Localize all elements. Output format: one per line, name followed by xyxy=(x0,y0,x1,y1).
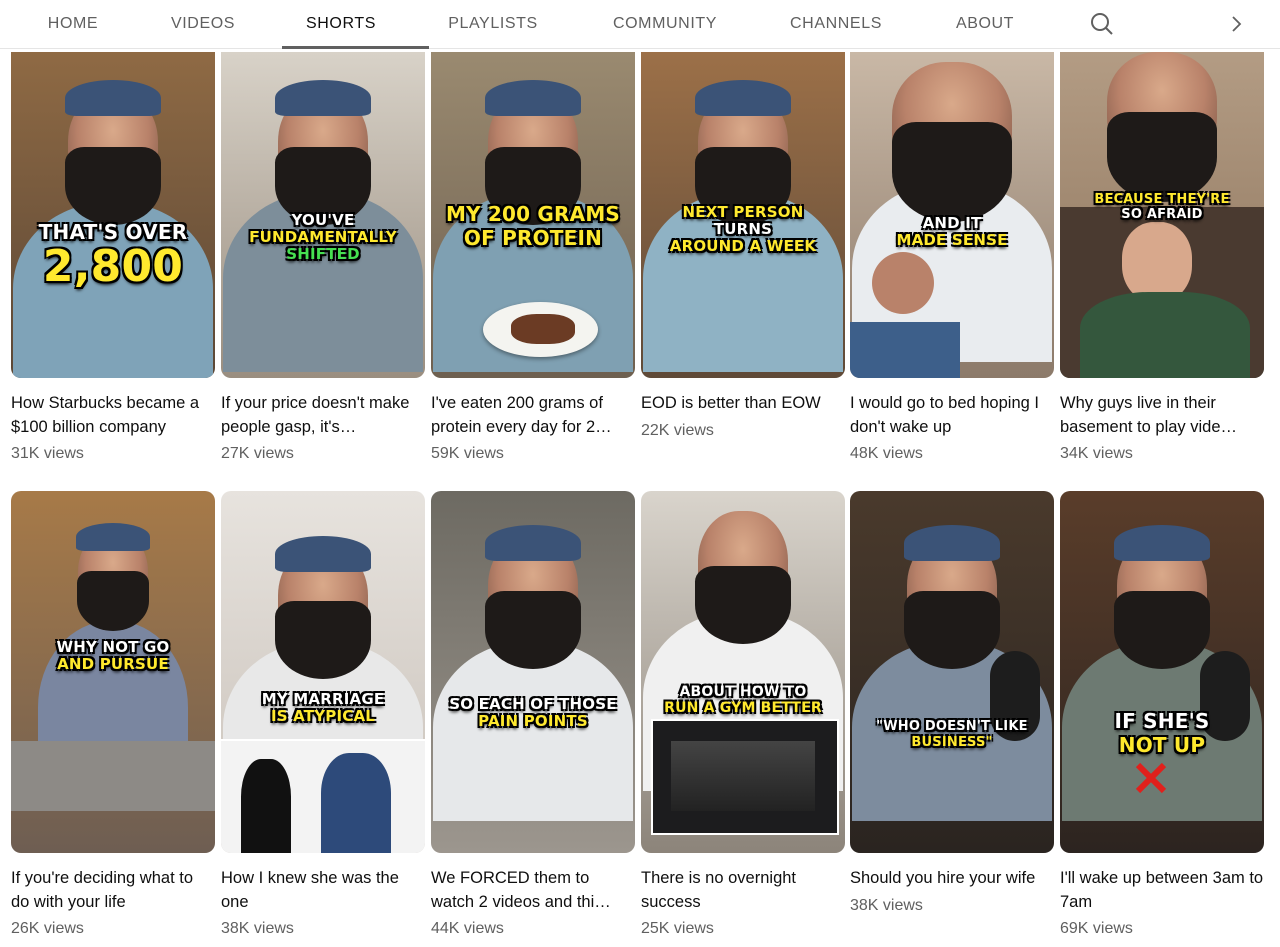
view-count: 34K views xyxy=(1060,445,1133,462)
view-count: 22K views xyxy=(641,421,714,439)
short-title[interactable]: How Starbucks became a $100 billion comp… xyxy=(11,392,215,439)
short-card[interactable]: THAT'S OVER 2,800 How Starbucks became a… xyxy=(11,52,215,465)
short-title[interactable]: If your price doesn't make people gasp, … xyxy=(221,392,425,439)
short-title[interactable]: Why guys live in their basement to play … xyxy=(1060,392,1264,439)
thumbnail-caption: IF SHE'S NOT UP xyxy=(1114,709,1210,757)
view-count: 38K views xyxy=(221,920,294,937)
short-thumbnail[interactable]: THAT'S OVER 2,800 xyxy=(11,52,215,378)
short-thumbnail[interactable]: BECAUSE THEY'RE SO AFRAID xyxy=(1060,52,1264,378)
short-card[interactable]: IF SHE'S NOT UP I'll wake up between 3am… xyxy=(1060,491,1264,940)
view-count: 27K views xyxy=(221,445,294,462)
thumbnail-caption: YOU'VE FUNDAMENTALLY SHIFTED xyxy=(249,211,397,263)
short-title[interactable]: We FORCED them to watch 2 videos and thi… xyxy=(431,867,635,914)
tab-home[interactable]: HOME xyxy=(40,0,106,48)
short-thumbnail[interactable]: MY 200 GRAMS OF PROTEIN xyxy=(431,52,635,378)
tab-shorts[interactable]: SHORTS xyxy=(300,0,382,48)
view-count: 48K views xyxy=(850,445,923,462)
short-thumbnail[interactable]: MY MARRIAGE IS ATYPICAL xyxy=(221,491,425,853)
tab-channels[interactable]: CHANNELS xyxy=(785,0,887,48)
view-count: 69K views xyxy=(1060,920,1133,937)
view-count: 31K views xyxy=(11,445,84,462)
thumbnail-caption: MY MARRIAGE IS ATYPICAL xyxy=(261,690,385,725)
thumbnail-caption: AND IT MADE SENSE xyxy=(896,214,1008,249)
thumbnail-caption: NEXT PERSON TURNS AROUND A WEEK xyxy=(669,203,817,255)
thumbnail-caption: MY 200 GRAMS OF PROTEIN xyxy=(445,202,621,250)
short-title[interactable]: I've eaten 200 grams of protein every da… xyxy=(431,392,635,439)
search-icon[interactable] xyxy=(1088,10,1116,38)
thumbnail-caption: BECAUSE THEY'RE SO AFRAID xyxy=(1094,192,1230,222)
view-count: 59K views xyxy=(431,445,504,462)
view-count: 25K views xyxy=(641,920,714,937)
short-card[interactable]: MY MARRIAGE IS ATYPICAL How I knew she w… xyxy=(221,491,425,940)
short-thumbnail[interactable]: NEXT PERSON TURNS AROUND A WEEK xyxy=(641,52,845,378)
short-card[interactable]: MY 200 GRAMS OF PROTEIN I've eaten 200 g… xyxy=(431,52,635,465)
thumbnail-caption: "WHO DOESN'T LIKE BUSINESS" xyxy=(876,719,1028,750)
channel-tab-bar: HOME VIDEOS SHORTS PLAYLISTS COMMUNITY C… xyxy=(0,0,1280,49)
short-thumbnail[interactable]: WHY NOT GO AND PURSUE xyxy=(11,491,215,853)
short-title[interactable]: If you're deciding what to do with your … xyxy=(11,867,215,914)
tab-playlists[interactable]: PLAYLISTS xyxy=(443,0,543,48)
short-card[interactable]: AND IT MADE SENSE I would go to bed hopi… xyxy=(850,52,1054,465)
short-title[interactable]: There is no overnight success xyxy=(641,867,845,914)
short-thumbnail[interactable]: YOU'VE FUNDAMENTALLY SHIFTED xyxy=(221,52,425,378)
short-card[interactable]: ABOUT HOW TO RUN A GYM BETTER There is n… xyxy=(641,491,845,940)
short-thumbnail[interactable]: IF SHE'S NOT UP xyxy=(1060,491,1264,853)
tab-videos[interactable]: VIDEOS xyxy=(165,0,241,48)
short-thumbnail[interactable]: AND IT MADE SENSE xyxy=(850,52,1054,378)
short-title[interactable]: EOD is better than EOW xyxy=(641,392,845,416)
chevron-right-icon[interactable] xyxy=(1224,12,1248,36)
view-count: 44K views xyxy=(431,920,504,937)
thumbnail-caption: SO EACH OF THOSE PAIN POINTS xyxy=(449,695,617,730)
active-tab-indicator xyxy=(282,46,429,49)
short-title[interactable]: Should you hire your wife xyxy=(850,867,1054,891)
tab-community[interactable]: COMMUNITY xyxy=(607,0,723,48)
short-card[interactable]: NEXT PERSON TURNS AROUND A WEEK EOD is b… xyxy=(641,52,845,442)
tab-about[interactable]: ABOUT xyxy=(950,0,1020,48)
short-title[interactable]: How I knew she was the one xyxy=(221,867,425,914)
thumbnail-caption: WHY NOT GO AND PURSUE xyxy=(56,638,170,673)
short-card[interactable]: WHY NOT GO AND PURSUE If you're deciding… xyxy=(11,491,215,940)
short-card[interactable]: BECAUSE THEY'RE SO AFRAID Why guys live … xyxy=(1060,52,1264,465)
short-card[interactable]: SO EACH OF THOSE PAIN POINTS We FORCED t… xyxy=(431,491,635,940)
view-count: 26K views xyxy=(11,920,84,937)
view-count: 38K views xyxy=(850,896,923,914)
thumbnail-caption: THAT'S OVER 2,800 xyxy=(38,220,188,292)
short-title[interactable]: I'll wake up between 3am to 7am xyxy=(1060,867,1264,914)
short-title[interactable]: I would go to bed hoping I don't wake up xyxy=(850,392,1054,439)
thumbnail-caption: ABOUT HOW TO RUN A GYM BETTER xyxy=(664,684,822,716)
short-thumbnail[interactable]: ABOUT HOW TO RUN A GYM BETTER xyxy=(641,491,845,853)
short-card[interactable]: "WHO DOESN'T LIKE BUSINESS" Should you h… xyxy=(850,491,1054,917)
short-thumbnail[interactable]: "WHO DOESN'T LIKE BUSINESS" xyxy=(850,491,1054,853)
short-thumbnail[interactable]: SO EACH OF THOSE PAIN POINTS xyxy=(431,491,635,853)
short-card[interactable]: YOU'VE FUNDAMENTALLY SHIFTED If your pri… xyxy=(221,52,425,465)
